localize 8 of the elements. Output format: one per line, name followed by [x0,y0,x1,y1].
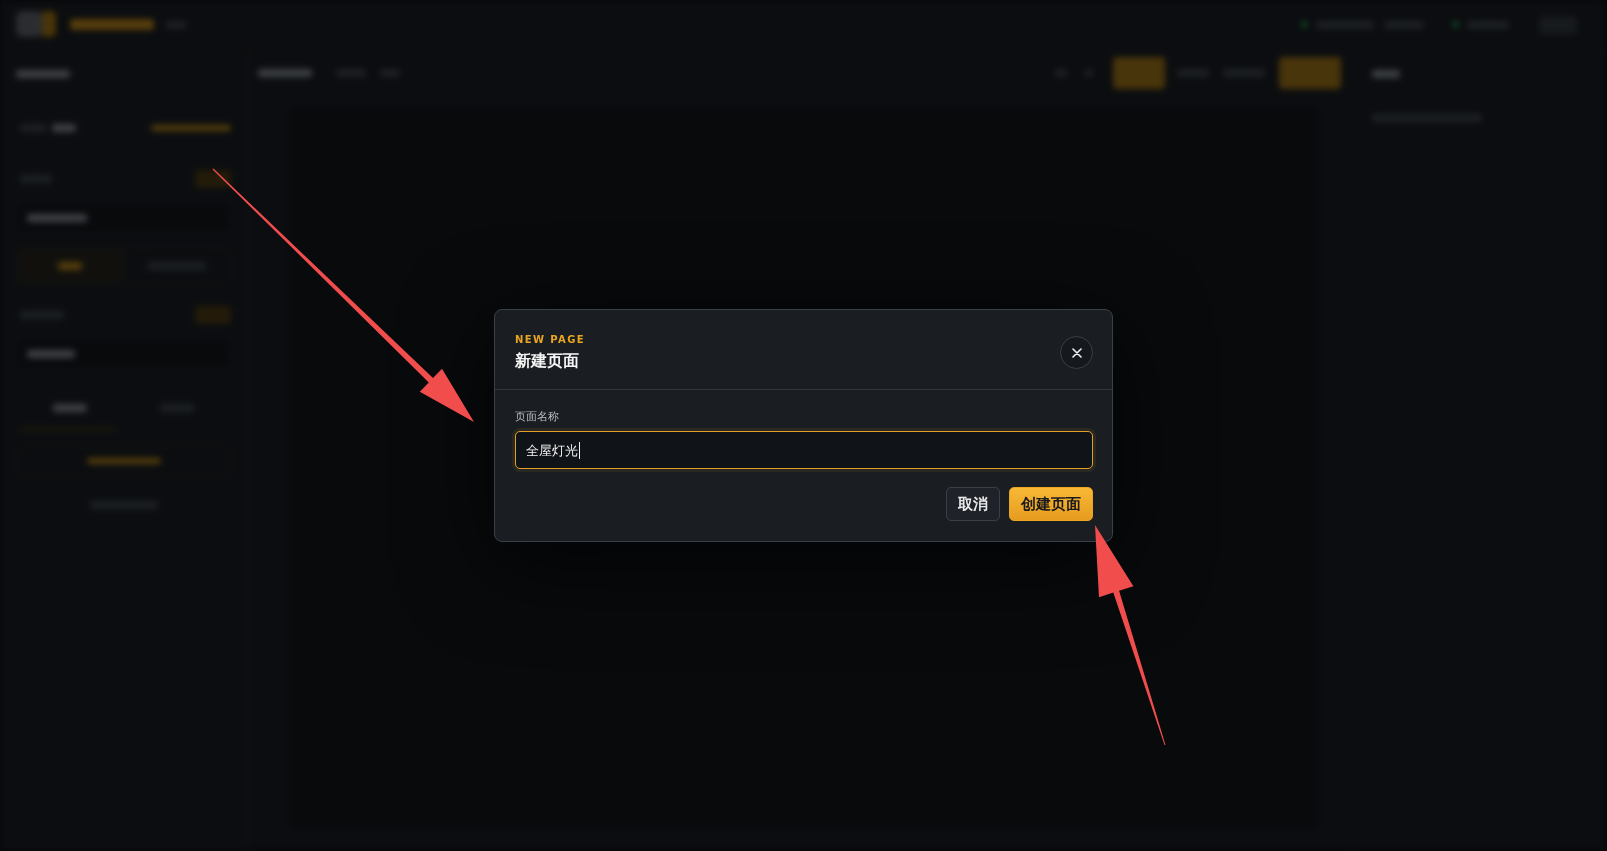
close-icon [1071,347,1082,358]
page-name-input[interactable]: 全屋灯光 [515,431,1093,469]
create-page-button[interactable]: 创建页面 [1009,487,1093,521]
dialog-eyebrow: NEW PAGE [515,333,586,346]
close-button[interactable] [1060,336,1093,369]
cancel-button[interactable]: 取消 [946,487,1000,521]
dialog-title: 新建页面 [515,350,580,372]
field-label: 页面名称 [515,410,560,424]
